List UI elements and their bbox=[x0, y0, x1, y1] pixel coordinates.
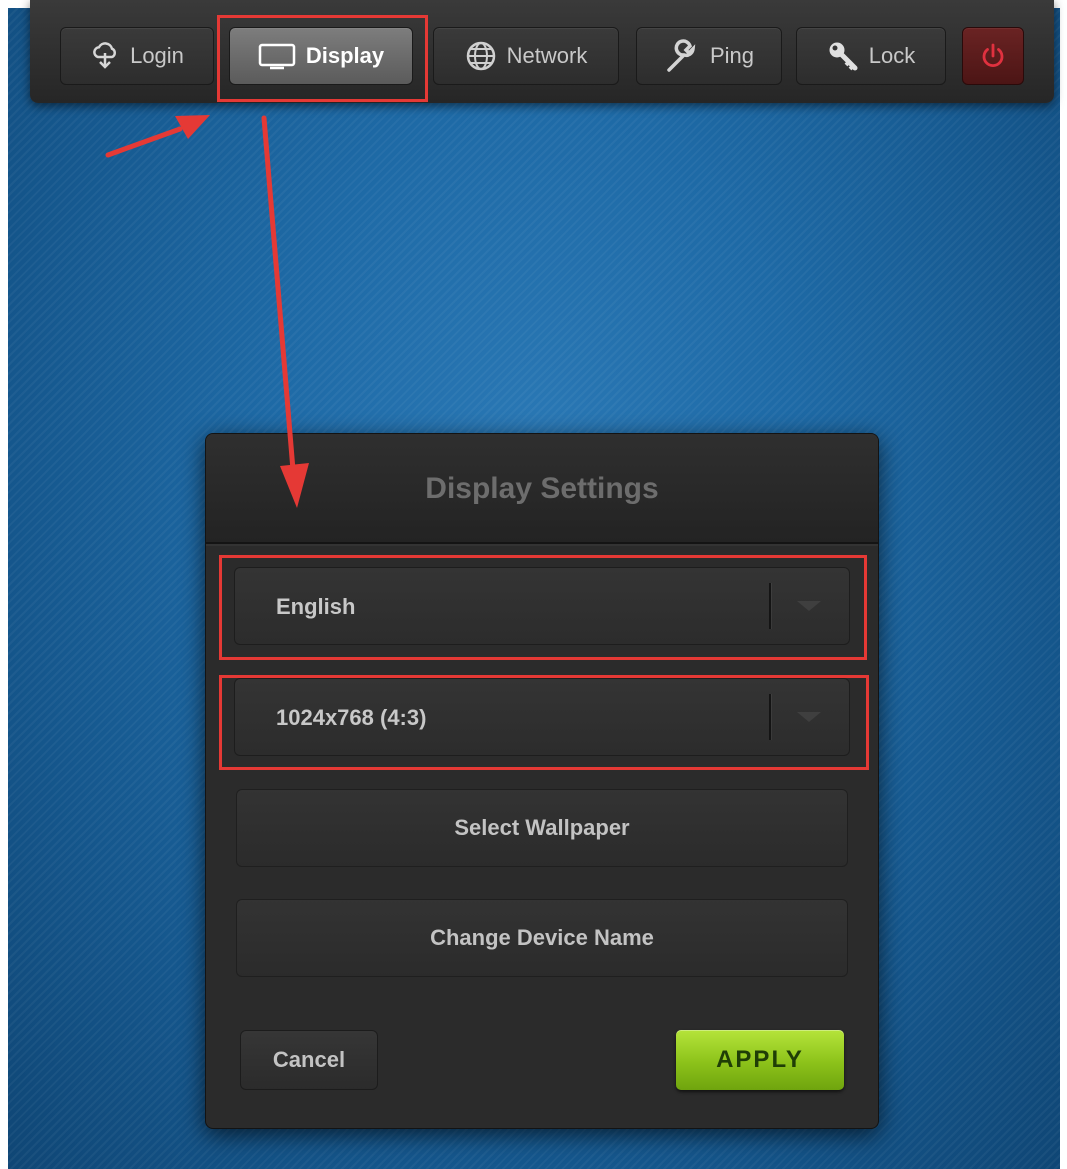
ping-label: Ping bbox=[709, 43, 755, 68]
display-button[interactable]: Display bbox=[229, 27, 413, 85]
display-settings-dialog: Display Settings English 1024x768 (4:3) … bbox=[205, 433, 879, 1129]
resolution-select-value: 1024x768 (4:3) bbox=[276, 705, 427, 730]
chevron-down-icon bbox=[797, 601, 821, 611]
ping-button[interactable]: Ping bbox=[636, 27, 782, 85]
apply-button[interactable]: APPLY bbox=[676, 1030, 844, 1090]
dialog-header: Display Settings bbox=[206, 434, 878, 544]
wrench-icon bbox=[664, 39, 700, 73]
language-select-value: English bbox=[276, 594, 356, 619]
monitor-icon bbox=[258, 42, 296, 70]
power-button[interactable] bbox=[962, 27, 1024, 85]
change-device-name-button[interactable]: Change Device Name bbox=[236, 899, 848, 977]
select-divider bbox=[769, 694, 771, 740]
power-icon bbox=[978, 41, 1008, 71]
cloud-download-icon bbox=[90, 42, 120, 70]
select-wallpaper-button[interactable]: Select Wallpaper bbox=[236, 789, 848, 867]
select-divider bbox=[769, 583, 771, 629]
key-icon bbox=[827, 40, 859, 72]
lock-button[interactable]: Lock bbox=[796, 27, 946, 85]
resolution-select[interactable]: 1024x768 (4:3) bbox=[234, 678, 850, 756]
display-label: Display bbox=[305, 43, 385, 68]
cancel-button[interactable]: Cancel bbox=[240, 1030, 378, 1090]
chevron-down-icon bbox=[797, 712, 821, 722]
login-label: Login bbox=[130, 43, 184, 68]
login-button[interactable]: Login bbox=[60, 27, 214, 85]
network-button[interactable]: Network bbox=[433, 27, 619, 85]
network-label: Network bbox=[506, 43, 588, 68]
dialog-title: Display Settings bbox=[425, 472, 659, 505]
language-select[interactable]: English bbox=[234, 567, 850, 645]
globe-icon bbox=[465, 40, 497, 72]
top-toolbar: Login Display Network Ping Lock bbox=[30, 0, 1054, 103]
lock-label: Lock bbox=[868, 43, 916, 68]
